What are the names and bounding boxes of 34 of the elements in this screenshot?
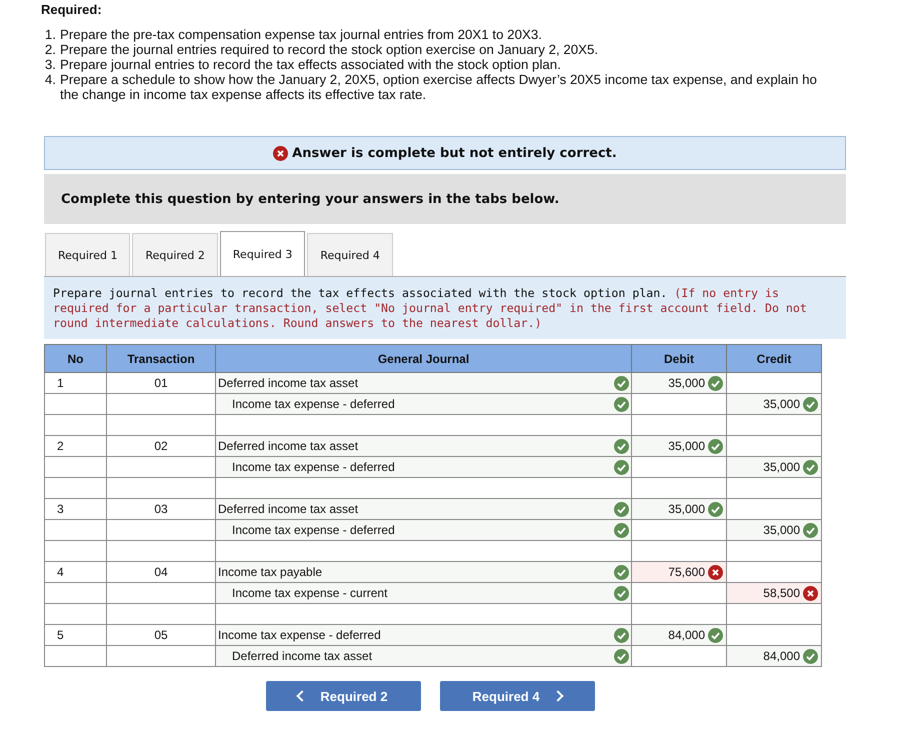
column-header: Credit <box>726 344 822 372</box>
list-number: 4. <box>44 72 56 89</box>
account-field[interactable]: Income tax payable <box>218 565 322 579</box>
requirement-item: Prepare the pre-tax compensation expense tax journal entries from 20X1 to 20X3. <box>60 27 543 42</box>
tab[interactable]: Required 2 <box>132 233 218 276</box>
requirement-item: Prepare a schedule to show how the January 2, 20X5, option exercise affects Dwyer’s 20X5 income tax expense, and explain ho the change in income tax expense affects its effective tax rate. <box>60 72 818 102</box>
result-message: Answer is complete but not entirely correct. <box>292 146 617 160</box>
table-cell: 3 <box>44 498 106 520</box>
nav-button[interactable]: Required 4 <box>440 681 594 711</box>
requirement-item: Prepare the journal entries required to record the stock option exercise on January 2, 20X5. <box>60 42 600 57</box>
list-number: 1. <box>44 27 56 42</box>
table-cell: 5 <box>44 624 106 646</box>
list-number: 2. <box>44 42 56 57</box>
instruction-text: Complete this question by entering your answers in the tabs below. <box>61 192 560 206</box>
table-cell: 2 <box>44 436 106 456</box>
column-header: Debit <box>632 344 726 372</box>
tab[interactable]: Required 3 <box>220 231 306 276</box>
list-number: 3. <box>44 57 56 72</box>
prompt-text: Prepare journal entries to record the tax effects associated with the stock option plan. (If no entry is required for a particular transaction, select "No journal entry required" in the first account field. Do not round intermediate calculations. Round answers to the nearest dollar.) <box>53 286 808 331</box>
table-cell: 01 <box>106 372 216 394</box>
section-heading: Required: <box>41 2 102 17</box>
table-cell: 4 <box>44 562 106 582</box>
column-header: General Journal <box>216 344 632 372</box>
column-header: Transaction <box>106 344 216 372</box>
tab[interactable]: Required 4 <box>307 233 393 276</box>
tab[interactable]: Required 1 <box>45 233 130 276</box>
table-cell: 02 <box>106 436 216 456</box>
table-cell: 1 <box>44 372 106 394</box>
column-header: No <box>44 344 106 372</box>
requirement-item: Prepare journal entries to record the tax effects associated with the stock option plan. <box>60 57 562 72</box>
table-cell: 05 <box>106 624 216 646</box>
nav-button[interactable]: Required 2 <box>266 681 420 711</box>
table-cell: 03 <box>106 498 216 520</box>
table-cell: 04 <box>106 562 216 582</box>
